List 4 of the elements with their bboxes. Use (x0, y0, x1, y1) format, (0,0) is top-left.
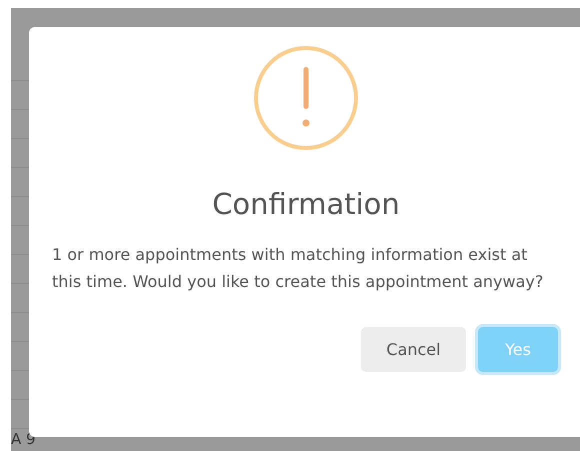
dialog-message: 1 or more appointments with matching information exist at this time. Would you like to create this appointment anyway? (52, 244, 544, 293)
dialog-title: Confirmation (211, 187, 401, 221)
warning-icon (253, 45, 359, 151)
cancel-button[interactable]: Cancel (361, 327, 466, 372)
